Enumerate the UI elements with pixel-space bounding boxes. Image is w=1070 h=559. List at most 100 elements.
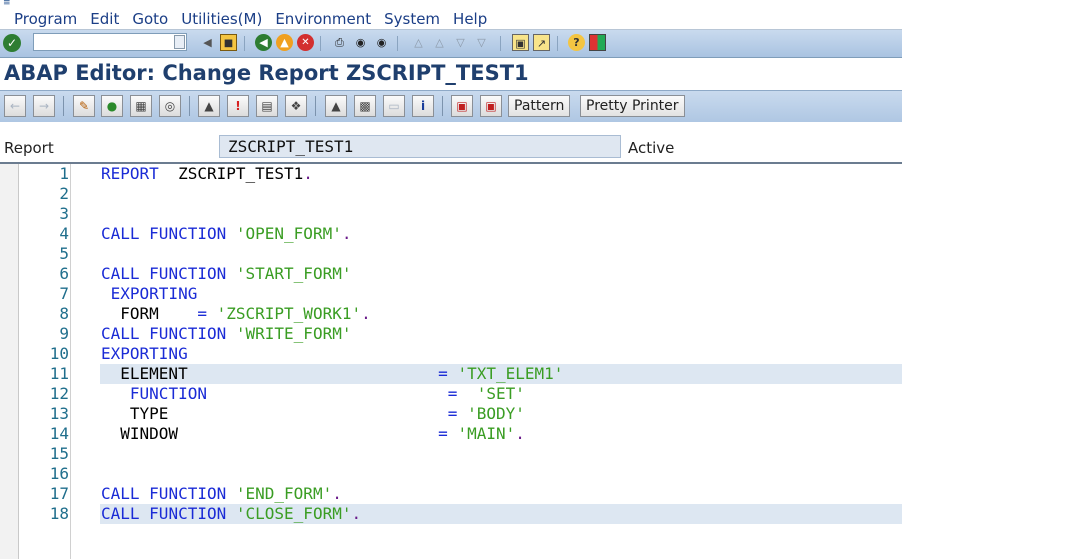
line-number: 7 [59,284,69,303]
code-line[interactable]: 5 [0,244,902,264]
pretty-printer-button[interactable]: Pretty Printer [580,95,685,117]
help-icon[interactable]: ? [568,34,585,51]
fullscreen-icon[interactable]: ▭ [383,95,405,117]
info-icon[interactable]: i [412,95,434,117]
code-line[interactable]: 8 FORM = 'ZSCRIPT_WORK1'. [0,304,902,324]
title-bar: ABAP Editor: Change Report ZSCRIPT_TEST1 [0,58,902,90]
menu-item-program[interactable]: Program [14,10,77,28]
system-menu-icon[interactable]: ≡ [3,0,15,8]
code-editor[interactable]: 1 REPORT ZSCRIPT_TEST1. 2 3 4 CALL FUNCTION '… [0,164,902,559]
navigation-icon[interactable]: ❖ [285,95,307,117]
menu-bar: ≡ Program Edit Goto Utilities(M) Environment… [0,0,902,30]
code-line[interactable]: 3 [0,204,902,224]
menu-item-edit[interactable]: Edit [90,10,119,28]
toolbar-separator [442,96,443,116]
code-line[interactable]: 6 CALL FUNCTION 'START_FORM' [0,264,902,284]
code-text[interactable]: WINDOW = 'MAIN'. [101,424,525,444]
code-text[interactable]: CALL FUNCTION 'OPEN_FORM'. [101,224,351,244]
code-text[interactable]: CALL FUNCTION 'START_FORM' [101,264,351,284]
set-breakpoint-icon[interactable]: ▣ [451,95,473,117]
line-number: 15 [49,444,69,463]
delete-breakpoint-icon[interactable]: ▣ [480,95,502,117]
new-session-icon[interactable]: ▣ [512,34,529,51]
menu-item-utilities-m[interactable]: Utilities(M) [181,10,262,28]
code-text[interactable]: EXPORTING [101,344,188,364]
forward-arrow-icon[interactable]: → [33,95,55,117]
code-line[interactable]: 16 [0,464,902,484]
sap-window: ≡ Program Edit Goto Utilities(M) Environment… [0,0,902,559]
activate-icon[interactable]: ◎ [159,95,181,117]
line-number: 6 [59,264,69,283]
toolbar-separator [557,36,558,51]
pattern-button[interactable]: Pattern [508,95,571,117]
code-line[interactable]: 7 EXPORTING [0,284,902,304]
shortcut-icon[interactable]: ↗ [533,34,550,51]
toolbar-separator [500,36,501,51]
where-used-icon[interactable]: ! [227,95,249,117]
toolbar-separator [320,36,321,51]
code-line[interactable]: 9 CALL FUNCTION 'WRITE_FORM' [0,324,902,344]
print-icon[interactable]: ⎙ [331,34,348,51]
code-line[interactable]: 1 REPORT ZSCRIPT_TEST1. [0,164,902,184]
toolbar-separator [189,96,190,116]
code-line[interactable]: 2 [0,184,902,204]
line-number: 17 [49,484,69,503]
hierarchy-icon[interactable]: ▲ [325,95,347,117]
first-page-icon[interactable]: △ [410,34,427,51]
find-icon[interactable]: ◉ [352,34,369,51]
application-toolbar: ← → ✎ ● ▦ ◎ ▲ ! ▤ ❖ ▲ ▩ ▭ i ▣ ▣ Pattern … [0,90,902,123]
code-line[interactable]: 13 TYPE = 'BODY' [0,404,902,424]
menu-item-system[interactable]: System [384,10,440,28]
command-field[interactable] [33,33,187,51]
code-text[interactable]: FUNCTION = 'SET' [101,384,525,404]
code-line[interactable]: 12 FUNCTION = 'SET' [0,384,902,404]
code-line[interactable]: 18 CALL FUNCTION 'CLOSE_FORM'. [0,504,902,524]
print-icon[interactable]: ▩ [354,95,376,117]
other-object-icon[interactable]: ● [101,95,123,117]
find-next-icon[interactable]: ◉ [373,34,390,51]
back-arrow-icon[interactable]: ← [4,95,26,117]
code-line[interactable]: 15 [0,444,902,464]
next-page-icon[interactable]: ▽ [452,34,469,51]
exit-icon[interactable]: ▲ [276,34,293,51]
save-icon[interactable]: ■ [220,34,237,51]
line-number: 8 [59,304,69,323]
report-name-field: ZSCRIPT_TEST1 [219,135,621,158]
command-history-button[interactable] [174,35,185,49]
code-text[interactable]: CALL FUNCTION 'WRITE_FORM' [101,324,351,344]
code-text[interactable]: REPORT ZSCRIPT_TEST1. [101,164,313,184]
display-change-icon[interactable]: ✎ [73,95,95,117]
code-text[interactable]: ELEMENT = 'TXT_ELEM1' [101,364,563,384]
menu-items: Program Edit Goto Utilities(M) Environment Sy… [14,10,500,28]
code-line[interactable]: 11 ELEMENT = 'TXT_ELEM1' [0,364,902,384]
code-text[interactable]: FORM = 'ZSCRIPT_WORK1'. [101,304,370,324]
last-page-icon[interactable]: ▽ [473,34,490,51]
code-text[interactable]: CALL FUNCTION 'END_FORM'. [101,484,342,504]
page-title: ABAP Editor: Change Report ZSCRIPT_TEST1 [4,61,529,85]
toolbar-separator [244,36,245,51]
code-line[interactable]: 10 EXPORTING [0,344,902,364]
standard-toolbar: ✓ ◀ ■ ◀ ▲ ✕ ⎙ ◉ ◉ △ △ ▽ ▽ ▣ ↗ ? [0,30,902,58]
check-icon[interactable]: ▦ [130,95,152,117]
menu-item-help[interactable]: Help [453,10,487,28]
report-label: Report [4,139,54,157]
menu-item-environment[interactable]: Environment [275,10,371,28]
report-status: Active [628,139,675,157]
line-number: 1 [59,164,69,183]
enter-icon[interactable]: ✓ [3,34,21,52]
previous-page-icon[interactable]: △ [431,34,448,51]
code-line[interactable]: 14 WINDOW = 'MAIN'. [0,424,902,444]
test-icon[interactable]: ▲ [198,95,220,117]
object-list-icon[interactable]: ▤ [256,95,278,117]
code-line[interactable]: 17 CALL FUNCTION 'END_FORM'. [0,484,902,504]
code-text[interactable]: EXPORTING [101,284,198,304]
menu-item-goto[interactable]: Goto [132,10,168,28]
code-line[interactable]: 4 CALL FUNCTION 'OPEN_FORM'. [0,224,902,244]
back-nav-icon[interactable]: ◀ [255,34,272,51]
code-text[interactable]: TYPE = 'BODY' [101,404,525,424]
back-icon[interactable]: ◀ [199,34,216,51]
cancel-icon[interactable]: ✕ [297,34,314,51]
layout-icon[interactable] [589,34,606,51]
line-number: 9 [59,324,69,343]
code-text[interactable]: CALL FUNCTION 'CLOSE_FORM'. [101,504,361,524]
